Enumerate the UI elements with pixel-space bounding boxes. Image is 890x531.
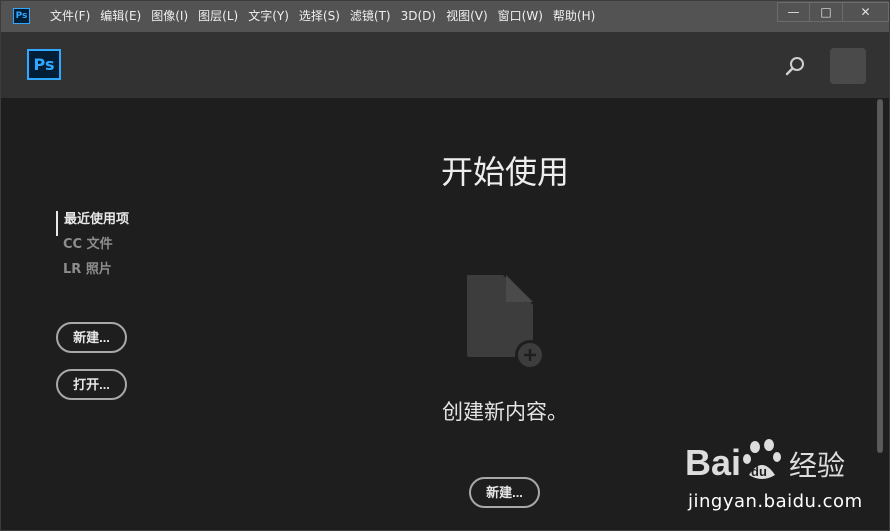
menu-filter[interactable]: 滤镜(T) xyxy=(345,1,396,32)
sidebar-nav: 最近使用项 CC 文件 LR 照片 xyxy=(56,211,129,286)
new-document-icon xyxy=(463,273,547,370)
menu-file[interactable]: 文件(F) xyxy=(45,1,95,32)
maximize-button[interactable]: □ xyxy=(810,2,843,22)
watermark-url: jingyan.baidu.com xyxy=(688,491,863,512)
nav-item-recent[interactable]: 最近使用项 xyxy=(56,211,129,236)
window-controls: — □ ✕ xyxy=(777,1,889,23)
menu-layer[interactable]: 图层(L) xyxy=(193,1,243,32)
close-button[interactable]: ✕ xyxy=(843,2,889,22)
menu-view[interactable]: 视图(V) xyxy=(441,1,493,32)
home-header: Ps xyxy=(1,32,889,98)
app-window: Ps 文件(F) 编辑(E) 图像(I) 图层(L) 文字(Y) 选择(S) 滤… xyxy=(0,0,890,531)
menu-edit[interactable]: 编辑(E) xyxy=(95,1,146,32)
menu-3d[interactable]: 3D(D) xyxy=(396,1,441,32)
menu-help[interactable]: 帮助(H) xyxy=(548,1,600,32)
menu-bar: Ps 文件(F) 编辑(E) 图像(I) 图层(L) 文字(Y) 选择(S) 滤… xyxy=(1,1,889,32)
page-title: 开始使用 xyxy=(440,153,569,191)
avatar[interactable] xyxy=(830,48,866,84)
ps-logo: Ps xyxy=(27,49,61,80)
scrollbar[interactable] xyxy=(877,99,883,453)
minimize-button[interactable]: — xyxy=(777,2,810,22)
photoshop-app-icon[interactable]: Ps xyxy=(13,8,30,24)
new-button-main[interactable]: 新建... xyxy=(469,477,540,508)
create-new-text: 创建新内容。 xyxy=(442,400,568,424)
menu-window[interactable]: 窗口(W) xyxy=(493,1,548,32)
menu-image[interactable]: 图像(I) xyxy=(146,1,193,32)
svg-text:Bai: Bai xyxy=(685,442,741,483)
menu-list: 文件(F) 编辑(E) 图像(I) 图层(L) 文字(Y) 选择(S) 滤镜(T… xyxy=(45,1,600,32)
svg-text:du: du xyxy=(751,464,767,479)
svg-text:经验: 经验 xyxy=(789,449,845,482)
search-icon[interactable] xyxy=(784,54,808,78)
nav-item-cc-files[interactable]: CC 文件 xyxy=(56,236,129,261)
baidu-jingyan-watermark: Bai du 经验 jingyan.baidu.com xyxy=(677,433,877,523)
nav-item-lr-photos[interactable]: LR 照片 xyxy=(56,261,129,286)
menu-type[interactable]: 文字(Y) xyxy=(243,1,294,32)
new-button-sidebar[interactable]: 新建... xyxy=(56,322,127,353)
open-button[interactable]: 打开... xyxy=(56,369,127,400)
menu-select[interactable]: 选择(S) xyxy=(294,1,345,32)
